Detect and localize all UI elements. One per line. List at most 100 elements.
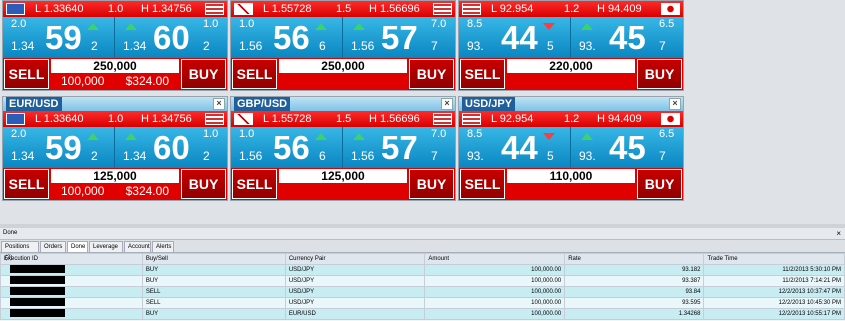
up-arrow-icon — [353, 23, 365, 30]
rate-tile: L 1.33640 1.0 H 1.34756 2.0 1.34 59 2 1.… — [2, 0, 228, 91]
tile-title-bar[interactable]: EUR/USD × — [3, 97, 227, 111]
sell-button[interactable]: SELL — [460, 169, 505, 199]
amount-input[interactable]: 250,000 — [279, 59, 407, 73]
ask-pip: 7 — [431, 149, 438, 163]
up-arrow-icon — [353, 133, 365, 140]
tab-alerts[interactable]: Alerts — [152, 241, 174, 252]
panel-title: Done — [3, 230, 18, 236]
table-cell — [0, 264, 143, 276]
tab-leverage[interactable]: Leverage — [89, 241, 123, 252]
range-bar: L 1.33640 1.0 H 1.34756 — [3, 1, 227, 17]
table-cell: 100,000.00 — [424, 264, 566, 276]
table-row[interactable]: BUY EUR/USD 100,000.00 1.34268 12/2/2013 10:… — [0, 308, 845, 320]
quote-flag-icon — [433, 113, 452, 125]
tab-orders[interactable]: Orders — [40, 241, 66, 252]
position-info — [279, 184, 407, 199]
buy-button[interactable]: BUY — [409, 169, 454, 199]
sell-button[interactable]: SELL — [232, 59, 277, 89]
currency-pair-label: EUR/USD — [6, 97, 62, 111]
ask-prefix: 1.34 — [123, 39, 147, 53]
tile-title-bar[interactable]: GBP/USD × — [231, 97, 455, 111]
ask-top: 6.5 — [659, 18, 675, 30]
range-bar: L 92.954 1.2 H 94.409 — [459, 111, 683, 127]
base-flag-icon — [6, 3, 25, 15]
table-cell: 93.182 — [564, 264, 705, 276]
buy-button[interactable]: BUY — [181, 59, 226, 89]
bid-quote[interactable]: 8.5 93. 44 5 — [459, 127, 571, 168]
redacted-id — [10, 309, 65, 317]
buy-button[interactable]: BUY — [637, 169, 682, 199]
bid-prefix: 1.56 — [239, 149, 263, 163]
quote-panel: 1.0 1.56 56 6 7.0 1.56 57 7 — [231, 127, 455, 168]
amount-input[interactable]: 110,000 — [507, 169, 635, 183]
close-icon[interactable]: × — [213, 98, 225, 110]
tile-title-bar[interactable]: USD/JPY × — [459, 97, 683, 111]
amount-input[interactable]: 125,000 — [51, 169, 179, 183]
sell-button[interactable]: SELL — [4, 169, 49, 199]
ask-quote[interactable]: 1.0 1.34 60 2 — [115, 17, 226, 58]
amount-input[interactable]: 125,000 — [279, 169, 407, 183]
ask-quote[interactable]: 7.0 1.56 57 7 — [343, 127, 454, 168]
column-header[interactable]: Buy/Sell — [141, 253, 286, 265]
table-cell: EUR/USD — [284, 308, 426, 320]
buy-button[interactable]: BUY — [181, 169, 226, 199]
quote-flag-icon — [205, 113, 224, 125]
position-amount: 100,000 — [61, 74, 105, 88]
sell-button[interactable]: SELL — [460, 59, 505, 89]
bid-quote[interactable]: 1.0 1.56 56 6 — [231, 127, 343, 168]
table-cell: BUY — [141, 275, 286, 287]
panel-title-bar: Done × — [0, 228, 845, 240]
tab-positions[interactable]: Positions (2) — [1, 241, 39, 261]
trade-bar: SELL 125,000 BUY — [231, 168, 455, 200]
column-header[interactable]: Amount — [424, 253, 566, 265]
column-header[interactable]: Execution ID — [0, 253, 143, 265]
currency-pair-label: GBP/USD — [234, 97, 291, 111]
amount-input[interactable]: 250,000 — [51, 59, 179, 73]
buy-button[interactable]: BUY — [637, 59, 682, 89]
currency-pair-label: USD/JPY — [462, 97, 516, 111]
position-info: 100,000 $324.00 — [51, 74, 179, 89]
quote-panel: 2.0 1.34 59 2 1.0 1.34 60 2 — [3, 127, 227, 168]
ask-quote[interactable]: 6.5 93. 45 7 — [571, 17, 682, 58]
ask-quote[interactable]: 6.5 93. 45 7 — [571, 127, 682, 168]
amount-input[interactable]: 220,000 — [507, 59, 635, 73]
table-cell: 12/2/2013 10:45:30 PM — [703, 297, 845, 309]
buy-button[interactable]: BUY — [409, 59, 454, 89]
close-icon[interactable]: × — [669, 98, 681, 110]
table-cell: 93.84 — [564, 286, 705, 298]
table-row[interactable]: SELL USD/JPY 100,000.00 93.595 12/2/2013 10:… — [0, 297, 845, 309]
bid-quote[interactable]: 2.0 1.34 59 2 — [3, 127, 115, 168]
tab-done[interactable]: Done — [67, 241, 88, 252]
sell-button[interactable]: SELL — [4, 59, 49, 89]
base-flag-icon — [234, 3, 253, 15]
trade-bar: SELL 110,000 BUY — [459, 168, 683, 200]
up-arrow-icon — [125, 23, 137, 30]
close-icon[interactable]: × — [836, 228, 841, 239]
tab-account[interactable]: Account — [124, 241, 151, 252]
ask-top: 1.0 — [203, 18, 219, 30]
table-row[interactable]: SELL USD/JPY 100,000.00 93.84 12/2/2013 10:3… — [0, 286, 845, 298]
sell-button[interactable]: SELL — [232, 169, 277, 199]
table-row[interactable]: BUY USD/JPY 100,000.00 93.387 11/2/2013 7:14… — [0, 275, 845, 287]
spread: 1.2 — [564, 3, 580, 15]
quote-flag-icon — [205, 3, 224, 15]
table-cell: SELL — [141, 297, 286, 309]
table-row[interactable]: BUY USD/JPY 100,000.00 93.182 11/2/2013 5:30… — [0, 264, 845, 276]
ask-quote[interactable]: 1.0 1.34 60 2 — [115, 127, 226, 168]
table-cell: SELL — [141, 286, 286, 298]
ask-pip: 7 — [659, 149, 666, 163]
bid-quote[interactable]: 1.0 1.56 56 6 — [231, 17, 343, 58]
up-arrow-icon — [315, 23, 327, 30]
column-header[interactable]: Trade Time — [703, 253, 845, 265]
bid-quote[interactable]: 2.0 1.34 59 2 — [3, 17, 115, 58]
column-header[interactable]: Currency Pair — [284, 253, 426, 265]
ask-quote[interactable]: 7.0 1.56 57 7 — [343, 17, 454, 58]
quote-flag-icon — [433, 3, 452, 15]
column-header[interactable]: Rate — [564, 253, 705, 265]
ask-big-figure: 57 — [381, 129, 418, 166]
base-flag-icon — [462, 3, 481, 15]
ask-prefix: 1.56 — [351, 39, 375, 53]
bid-quote[interactable]: 8.5 93. 44 5 — [459, 17, 571, 58]
close-icon[interactable]: × — [441, 98, 453, 110]
low-price: L 1.55728 — [263, 113, 312, 125]
